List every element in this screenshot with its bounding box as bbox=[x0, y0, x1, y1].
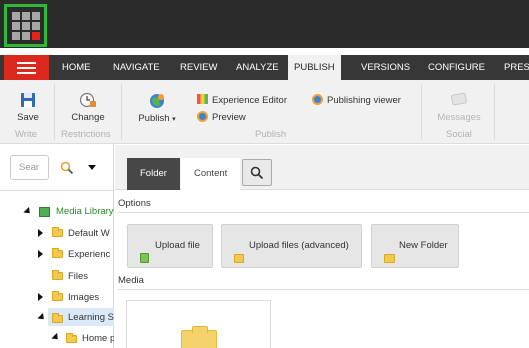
save-button[interactable]: Save bbox=[8, 92, 48, 123]
ribbon-panel: Save Write Change Restrictions Publish ▾… bbox=[0, 80, 529, 144]
tree-node-experience[interactable]: Experienc bbox=[68, 246, 114, 264]
group-label-write: Write bbox=[15, 129, 37, 140]
section-divider bbox=[118, 212, 529, 213]
group-label-social: Social bbox=[446, 129, 472, 140]
new-folder-button[interactable]: New Folder bbox=[371, 224, 459, 268]
tree-node-files[interactable]: Files bbox=[68, 268, 114, 286]
expand-icon[interactable] bbox=[38, 293, 43, 301]
publish-globe-icon bbox=[150, 94, 164, 108]
tab-folder[interactable]: Folder bbox=[127, 158, 180, 190]
search-icon bbox=[250, 166, 264, 180]
ribbon-divider bbox=[54, 84, 55, 140]
chevron-down-icon: ▾ bbox=[172, 116, 176, 123]
tab-publish[interactable]: PUBLISH bbox=[288, 55, 341, 80]
collapse-icon[interactable] bbox=[37, 312, 47, 323]
tree-node-learning[interactable]: Learning S bbox=[68, 309, 114, 327]
search-icon[interactable] bbox=[60, 161, 74, 175]
ribbon-divider bbox=[121, 84, 122, 140]
tree-search-input[interactable]: Sear bbox=[10, 155, 49, 180]
experience-editor-icon bbox=[197, 94, 208, 104]
menu-button[interactable] bbox=[4, 55, 49, 80]
upload-files-icon bbox=[234, 240, 244, 282]
editor-tab-bar: Folder Content bbox=[115, 145, 529, 190]
publishing-viewer-label: Publishing viewer bbox=[327, 95, 401, 106]
tab-review[interactable]: REVIEW bbox=[180, 55, 217, 80]
publish-label: Publish bbox=[138, 113, 170, 124]
save-label: Save bbox=[17, 112, 39, 123]
preview-label: Preview bbox=[212, 112, 246, 123]
folder-icon bbox=[52, 227, 63, 237]
collapse-icon[interactable] bbox=[23, 206, 33, 217]
change-label: Change bbox=[71, 112, 105, 123]
publishing-viewer-button[interactable]: Publishing viewer bbox=[312, 94, 401, 106]
tree-node-home[interactable]: Home p bbox=[82, 330, 114, 348]
section-divider bbox=[118, 289, 529, 290]
upload-files-advanced-button[interactable]: Upload files (advanced) bbox=[221, 224, 362, 268]
tab-versions[interactable]: VERSIONS bbox=[361, 55, 410, 80]
content-editor: Folder Content Options Upload file Uploa… bbox=[115, 145, 529, 348]
experience-editor-button[interactable]: Experience Editor bbox=[197, 94, 287, 106]
upload-files-advanced-label: Upload files (advanced) bbox=[249, 240, 349, 251]
new-folder-label: New Folder bbox=[399, 240, 448, 251]
folder-icon bbox=[384, 240, 395, 282]
tree-node-media-library[interactable]: Media Library bbox=[56, 203, 114, 221]
publish-button[interactable]: Publish ▾ bbox=[134, 92, 180, 124]
ribbon-tab-bar: HOME NAVIGATE REVIEW ANALYZE PUBLISH VER… bbox=[0, 55, 529, 80]
save-icon bbox=[21, 93, 35, 107]
publishing-viewer-icon bbox=[312, 94, 323, 105]
top-bar bbox=[0, 0, 529, 48]
folder-icon bbox=[52, 291, 63, 301]
tab-analyze[interactable]: ANALYZE bbox=[236, 55, 279, 80]
folder-icon bbox=[52, 313, 63, 323]
media-section-label: Media bbox=[118, 275, 144, 286]
tree-node-default[interactable]: Default W bbox=[68, 225, 114, 243]
upload-file-button[interactable]: Upload file bbox=[127, 224, 213, 268]
messages-icon bbox=[451, 92, 467, 106]
media-library-icon bbox=[39, 207, 50, 217]
options-section-label: Options bbox=[118, 198, 151, 209]
tree-divider bbox=[0, 190, 114, 191]
clock-lock-icon bbox=[79, 92, 96, 108]
ribbon-divider bbox=[494, 84, 495, 140]
expand-icon[interactable] bbox=[38, 250, 43, 258]
messages-button[interactable]: Messages bbox=[435, 92, 483, 123]
folder-icon bbox=[181, 326, 217, 348]
editor-search-button[interactable] bbox=[242, 159, 272, 186]
folder-icon bbox=[52, 248, 63, 258]
preview-icon bbox=[197, 111, 208, 122]
change-restrictions-button[interactable]: Change bbox=[64, 92, 112, 123]
search-options-dropdown[interactable] bbox=[88, 165, 96, 170]
collapse-icon[interactable] bbox=[51, 332, 61, 343]
group-label-publish: Publish bbox=[255, 129, 287, 140]
tree-node-images[interactable]: Images bbox=[68, 289, 114, 307]
expand-icon[interactable] bbox=[38, 229, 43, 237]
launchpad-button[interactable] bbox=[4, 4, 47, 47]
tab-navigate[interactable]: NAVIGATE bbox=[113, 55, 160, 80]
tab-content[interactable]: Content bbox=[181, 158, 241, 190]
experience-editor-label: Experience Editor bbox=[212, 95, 287, 106]
tab-home[interactable]: HOME bbox=[62, 55, 91, 80]
ribbon-divider bbox=[421, 84, 422, 140]
content-tree-panel: Sear Media Library Default W Experienc F… bbox=[0, 145, 114, 348]
folder-icon bbox=[66, 333, 77, 343]
messages-label: Messages bbox=[437, 112, 481, 123]
media-item-tile[interactable] bbox=[126, 300, 271, 348]
folder-icon bbox=[52, 270, 63, 280]
upload-file-label: Upload file bbox=[155, 240, 200, 251]
group-label-restrictions: Restrictions bbox=[61, 129, 111, 140]
preview-button[interactable]: Preview bbox=[197, 111, 246, 123]
tab-configure[interactable]: CONFIGURE bbox=[428, 55, 485, 80]
tab-presentation[interactable]: PRESE bbox=[504, 55, 529, 80]
